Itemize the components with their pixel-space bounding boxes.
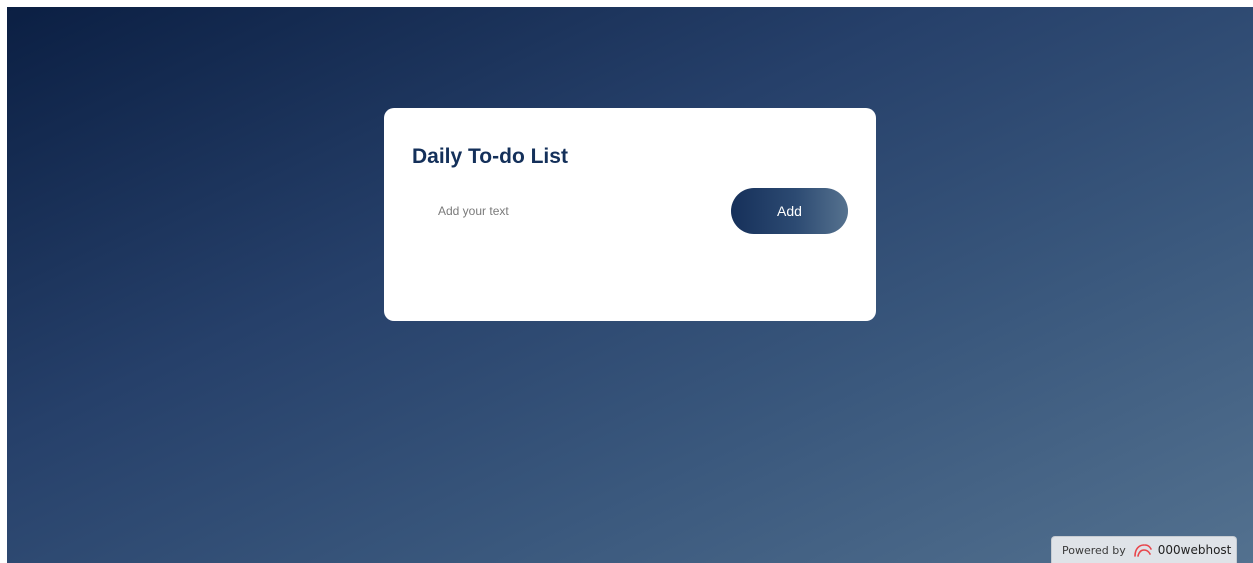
task-input[interactable] xyxy=(412,188,732,234)
powered-by-text: Powered by xyxy=(1062,543,1126,557)
powered-by-badge[interactable]: Powered by 000webhost xyxy=(1051,536,1237,563)
000webhost-logo-icon xyxy=(1132,542,1154,558)
page-background: Daily To-do List Add Powered by 000webho… xyxy=(7,7,1253,563)
brand-name: 000webhost xyxy=(1157,543,1232,557)
add-button[interactable]: Add xyxy=(731,188,848,234)
page-title: Daily To-do List xyxy=(412,145,568,168)
todo-card: Daily To-do List Add xyxy=(384,108,876,321)
add-task-row: Add xyxy=(412,188,848,234)
